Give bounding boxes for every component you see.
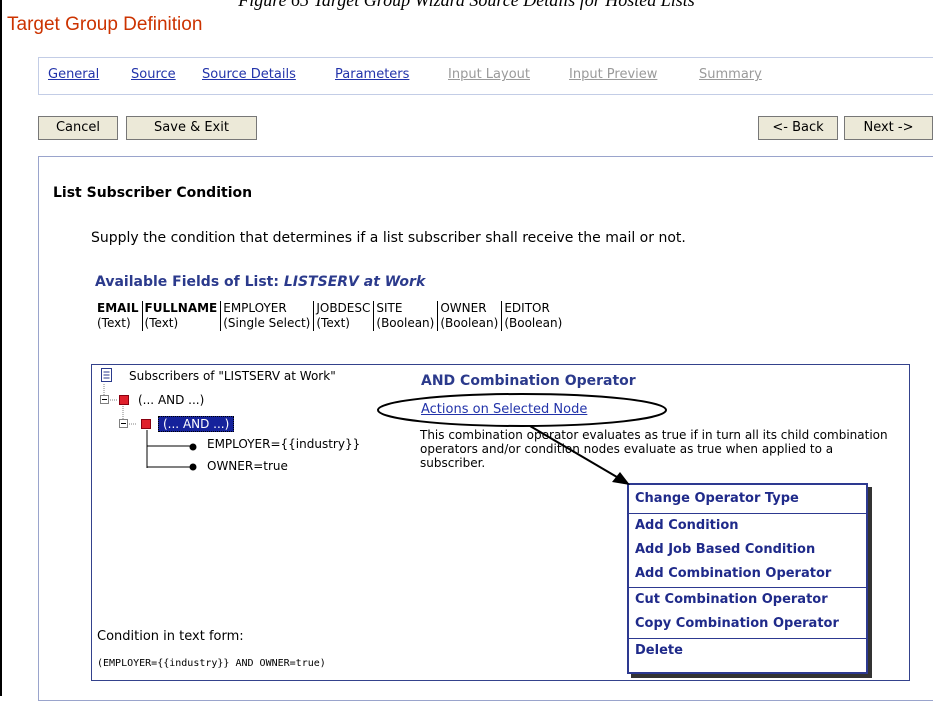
menu-item-add-combination-operator[interactable]: Add Combination Operator xyxy=(635,566,831,581)
field-name: EMAIL xyxy=(97,301,139,315)
tab-summary: Summary xyxy=(699,67,762,82)
back-button[interactable]: <- Back xyxy=(758,116,838,140)
menu-item-add-condition[interactable]: Add Condition xyxy=(635,518,739,533)
window-border xyxy=(0,0,2,696)
field-type: (Boolean) xyxy=(373,316,438,331)
field-name: FULLNAME xyxy=(141,301,221,316)
save-exit-button[interactable]: Save & Exit xyxy=(126,116,257,140)
menu-divider xyxy=(629,587,866,588)
instructions-text: Supply the condition that determines if … xyxy=(91,230,686,246)
fields-heading: Available Fields of List: LISTSERV at Wo… xyxy=(95,274,425,290)
tree-node-owner[interactable]: OWNER=true xyxy=(207,459,288,473)
bullet-icon xyxy=(189,443,197,451)
tree-root-label[interactable]: Subscribers of "LISTSERV at Work" xyxy=(129,369,336,383)
menu-item-add-job-based-condition[interactable]: Add Job Based Condition xyxy=(635,542,815,557)
tree-node-and-outer[interactable]: (... AND ...) xyxy=(138,393,204,407)
red-square-icon xyxy=(141,419,151,429)
field-name: EMPLOYER xyxy=(220,301,314,316)
field-type: (Text) xyxy=(313,316,374,331)
field-type: (Text) xyxy=(97,316,131,330)
list-name: LISTSERV at Work xyxy=(283,274,426,290)
operator-description: This combination operator evaluates as t… xyxy=(420,428,888,470)
menu-item-copy-combination-operator[interactable]: Copy Combination Operator xyxy=(635,616,839,631)
menu-item-delete[interactable]: Delete xyxy=(635,643,683,658)
section-heading: List Subscriber Condition xyxy=(53,185,253,201)
fields-table: EMAIL FULLNAME EMPLOYER JOBDESC SITE OWN… xyxy=(95,301,566,331)
field-name: OWNER xyxy=(437,301,502,316)
page-title: Target Group Definition xyxy=(7,14,203,35)
tab-source[interactable]: Source xyxy=(131,67,176,82)
figure-caption: Figure 65 Target Group Wizard Source Det… xyxy=(238,0,695,10)
field-name: JOBDESC xyxy=(313,301,374,316)
menu-divider xyxy=(629,513,866,514)
field-name: SITE xyxy=(373,301,438,316)
field-type: (Boolean) xyxy=(437,316,502,331)
operator-title: AND Combination Operator xyxy=(421,373,636,389)
menu-divider xyxy=(629,638,866,639)
actions-link[interactable]: Actions on Selected Node xyxy=(421,402,587,417)
collapse-minus-icon[interactable] xyxy=(119,419,129,429)
field-type: (Text) xyxy=(141,316,221,331)
fields-heading-prefix: Available Fields of List: xyxy=(95,274,284,290)
condition-text-label: Condition in text form: xyxy=(97,629,244,644)
tab-general[interactable]: General xyxy=(48,67,99,82)
context-menu: Change Operator Type Add Condition Add J… xyxy=(627,483,868,674)
document-list-icon xyxy=(101,368,112,382)
field-type: (Single Select) xyxy=(220,316,314,331)
tab-source-details[interactable]: Source Details xyxy=(202,67,296,82)
tree-node-employer[interactable]: EMPLOYER={{industry}} xyxy=(207,437,360,451)
tree-node-and-selected[interactable]: (... AND ...) xyxy=(158,416,235,432)
menu-item-cut-combination-operator[interactable]: Cut Combination Operator xyxy=(635,592,828,607)
field-name: EDITOR xyxy=(501,301,566,316)
red-square-icon xyxy=(119,395,129,405)
condition-expression: (EMPLOYER={{industry}} AND OWNER=true) xyxy=(97,658,326,669)
menu-item-change-operator-type[interactable]: Change Operator Type xyxy=(635,491,799,506)
tab-input-layout: Input Layout xyxy=(448,67,530,82)
tab-input-preview: Input Preview xyxy=(569,67,658,82)
tab-parameters[interactable]: Parameters xyxy=(335,67,409,82)
cancel-button[interactable]: Cancel xyxy=(38,116,118,140)
field-type: (Boolean) xyxy=(501,316,566,331)
wizard-tabs: General Source Source Details Parameters… xyxy=(38,57,933,95)
collapse-minus-icon[interactable] xyxy=(100,395,110,405)
next-button[interactable]: Next -> xyxy=(844,116,933,140)
bullet-icon xyxy=(189,463,197,471)
